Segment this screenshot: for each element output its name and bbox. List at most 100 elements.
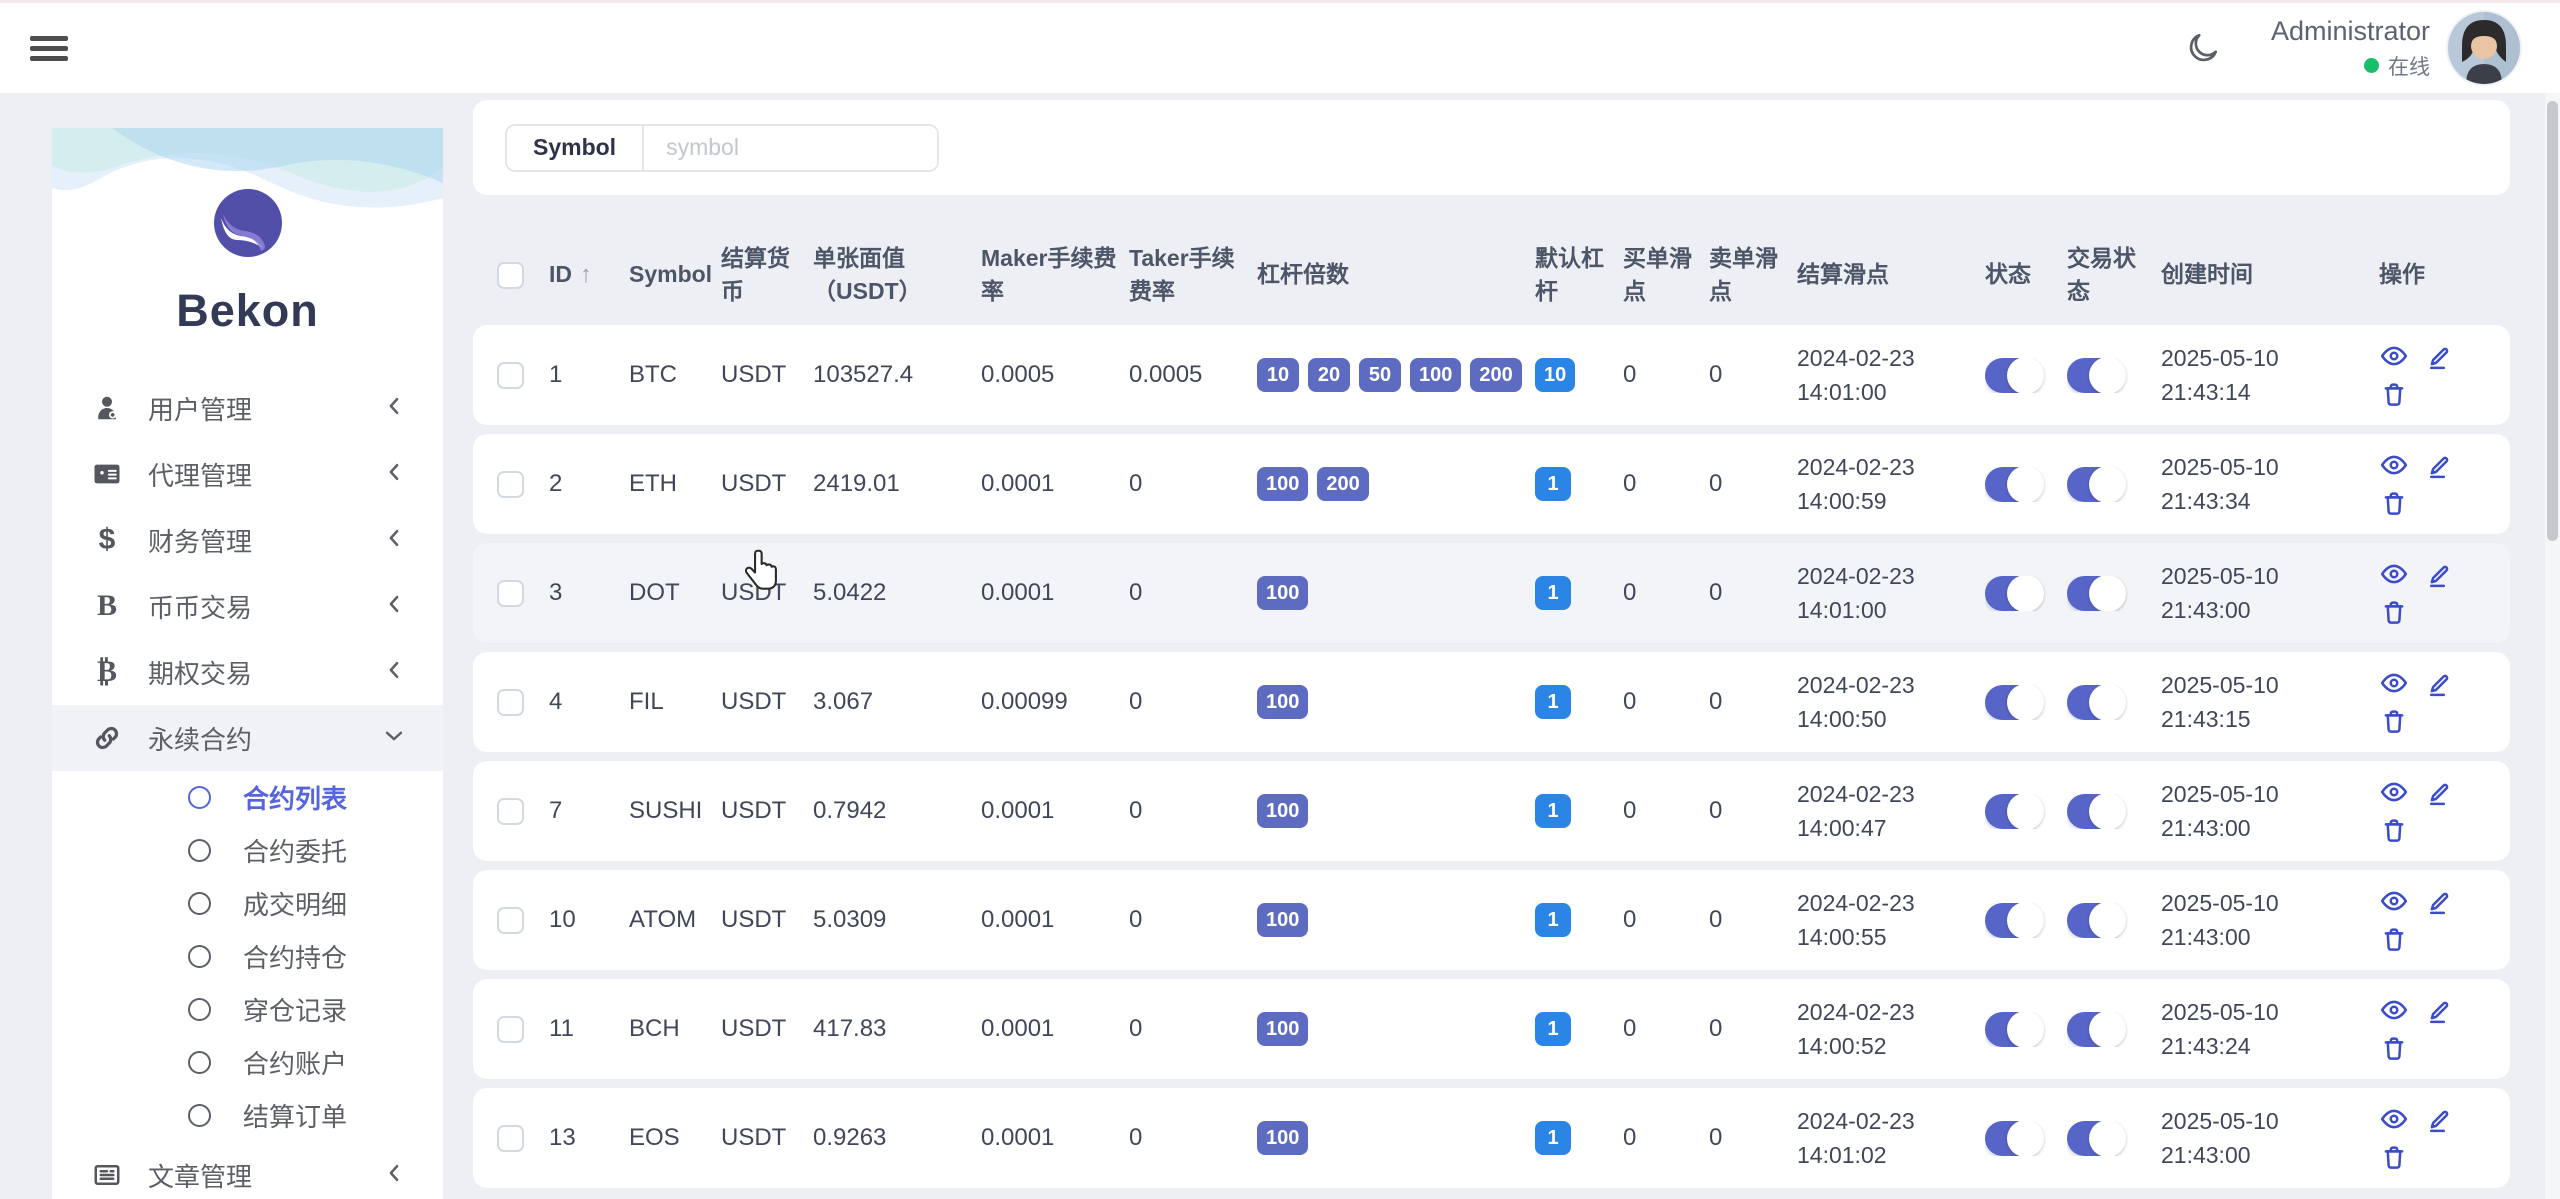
sort-asc-icon[interactable]: ↑ [580, 258, 592, 293]
trade-status-toggle[interactable] [2067, 576, 2123, 611]
cell-taker-fee: 0 [1129, 470, 1257, 498]
view-button[interactable] [2379, 1104, 2409, 1134]
cell-maker-fee: 0.0001 [981, 1015, 1129, 1043]
dark-mode-toggle[interactable] [2181, 26, 2225, 70]
view-button[interactable] [2379, 777, 2409, 807]
status-toggle[interactable] [1985, 358, 2041, 393]
hamburger-bar [30, 36, 68, 41]
edit-button[interactable] [2425, 341, 2455, 371]
column-header: 杠杆倍数 [1257, 258, 1535, 291]
view-button[interactable] [2379, 995, 2409, 1025]
edit-button[interactable] [2425, 777, 2455, 807]
sidebar-subitem-合约持仓[interactable]: 合约持仓 [52, 930, 443, 983]
delete-button[interactable] [2379, 924, 2409, 954]
online-status-label: 在线 [2388, 51, 2430, 81]
trade-status-toggle[interactable] [2067, 903, 2123, 938]
column-header-id[interactable]: ID↑ [549, 258, 629, 293]
select-all-checkbox[interactable] [497, 262, 524, 289]
toggle-knob [2089, 576, 2126, 611]
delete-button[interactable] [2379, 1142, 2409, 1172]
sidebar-subitem-label: 成交明细 [243, 885, 347, 922]
cell-maker-fee: 0.00099 [981, 688, 1129, 716]
status-toggle[interactable] [1985, 794, 2041, 829]
main-content: Symbol ID↑Symbol结算货币单张面值（USDT）Maker手续费率T… [473, 93, 2510, 1197]
edit-button[interactable] [2425, 450, 2455, 480]
sidebar-subitem-结算订单[interactable]: 结算订单 [52, 1089, 443, 1142]
sidebar-subitem-穿仓记录[interactable]: 穿仓记录 [52, 983, 443, 1036]
trade-status-toggle[interactable] [2067, 467, 2123, 502]
cell-maker-fee: 0.0001 [981, 1124, 1129, 1152]
status-toggle[interactable] [1985, 685, 2041, 720]
status-toggle[interactable] [1985, 903, 2041, 938]
cell-symbol: BCH [629, 1015, 721, 1043]
default-leverage-badge: 1 [1535, 685, 1571, 719]
sidebar-item-币币交易[interactable]: B币币交易 [52, 573, 443, 639]
toggle-knob [2007, 903, 2044, 938]
view-button[interactable] [2379, 559, 2409, 589]
sidebar-subitem-成交明细[interactable]: 成交明细 [52, 877, 443, 930]
edit-button[interactable] [2425, 886, 2455, 916]
edit-button[interactable] [2425, 995, 2455, 1025]
scrollbar-track[interactable] [2545, 93, 2560, 1199]
cell-default-leverage: 1 [1535, 685, 1623, 719]
cell-face-value: 2419.01 [813, 470, 981, 498]
view-button[interactable] [2379, 341, 2409, 371]
row-checkbox[interactable] [497, 1016, 524, 1043]
moon-icon [2185, 30, 2221, 66]
delete-button[interactable] [2379, 706, 2409, 736]
sidebar-subitem-合约列表[interactable]: 合约列表 [52, 771, 443, 824]
trade-status-toggle[interactable] [2067, 1121, 2123, 1156]
sidebar-item-代理管理[interactable]: 代理管理 [52, 441, 443, 507]
cell-buy-slip: 0 [1623, 906, 1709, 934]
view-button[interactable] [2379, 668, 2409, 698]
row-checkbox[interactable] [497, 580, 524, 607]
symbol-search-input[interactable] [644, 126, 939, 170]
leverage-badge: 100 [1257, 794, 1308, 828]
cell-face-value: 5.0309 [813, 906, 981, 934]
delete-button[interactable] [2379, 1033, 2409, 1063]
row-checkbox[interactable] [497, 1125, 524, 1152]
trade-status-toggle[interactable] [2067, 358, 2123, 393]
view-button[interactable] [2379, 450, 2409, 480]
sidebar-item-期权交易[interactable]: ₿期权交易 [52, 639, 443, 705]
status-toggle[interactable] [1985, 1012, 2041, 1047]
delete-button[interactable] [2379, 379, 2409, 409]
sidebar-item-用户管理[interactable]: 用户管理 [52, 375, 443, 441]
sidebar-subitem-合约账户[interactable]: 合约账户 [52, 1036, 443, 1089]
trade-status-toggle[interactable] [2067, 794, 2123, 829]
cell-face-value: 0.9263 [813, 1124, 981, 1152]
trade-status-toggle[interactable] [2067, 685, 2123, 720]
edit-button[interactable] [2425, 559, 2455, 589]
sidebar-item-财务管理[interactable]: $财务管理 [52, 507, 443, 573]
row-checkbox[interactable] [497, 689, 524, 716]
delete-button[interactable] [2379, 488, 2409, 518]
trade-status-toggle[interactable] [2067, 1012, 2123, 1047]
edit-button[interactable] [2425, 1104, 2455, 1134]
cell-trade-status [2067, 467, 2161, 502]
sidebar-subitem-label: 合约委托 [243, 832, 347, 869]
cell-maker-fee: 0.0001 [981, 797, 1129, 825]
sidebar-item-永续合约[interactable]: 永续合约 [52, 705, 443, 771]
sidebar-item-文章管理[interactable]: 文章管理 [52, 1142, 443, 1199]
status-toggle[interactable] [1985, 576, 2041, 611]
sidebar-subitem-合约委托[interactable]: 合约委托 [52, 824, 443, 877]
avatar[interactable] [2448, 12, 2520, 84]
edit-button[interactable] [2425, 668, 2455, 698]
link-icon [92, 723, 122, 753]
row-checkbox[interactable] [497, 471, 524, 498]
cell-actions [2379, 1104, 2471, 1172]
status-toggle[interactable] [1985, 467, 2041, 502]
toggle-knob [2007, 358, 2044, 393]
delete-button[interactable] [2379, 597, 2409, 627]
delete-button[interactable] [2379, 815, 2409, 845]
cell-leverages: 100 [1257, 685, 1535, 719]
cell-id: 4 [549, 688, 629, 716]
row-checkbox[interactable] [497, 362, 524, 389]
view-button[interactable] [2379, 886, 2409, 916]
user-menu[interactable]: Administrator 在线 [2271, 12, 2520, 84]
status-toggle[interactable] [1985, 1121, 2041, 1156]
scrollbar-thumb[interactable] [2547, 101, 2558, 541]
row-checkbox[interactable] [497, 907, 524, 934]
row-checkbox[interactable] [497, 798, 524, 825]
menu-toggle-button[interactable] [30, 30, 70, 66]
